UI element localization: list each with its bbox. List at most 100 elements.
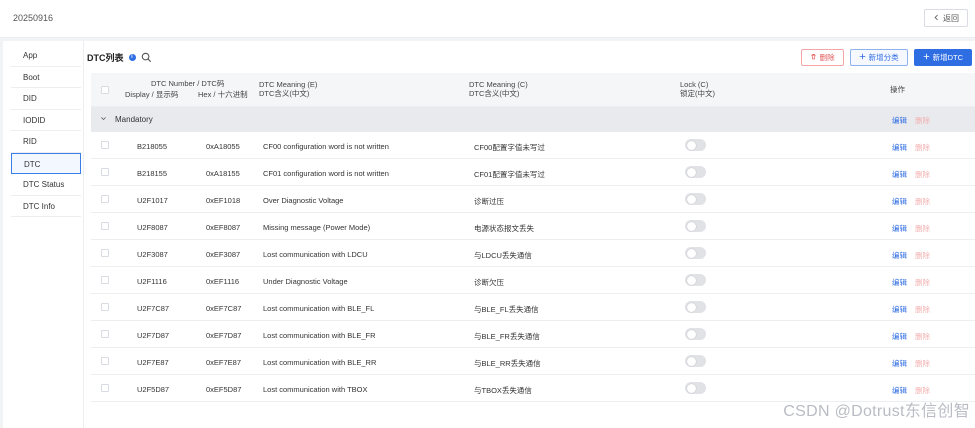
- row-checkbox[interactable]: [101, 330, 109, 338]
- back-button[interactable]: 返回: [924, 9, 968, 27]
- dtc-hex-code: 0xEF3087: [206, 250, 241, 259]
- dtc-meaning-chinese: 与LDCU丢失通信: [474, 251, 532, 260]
- sidebar-item-boot[interactable]: Boot: [11, 67, 81, 88]
- edit-link[interactable]: 编辑: [892, 169, 907, 180]
- dtc-meaning-english: CF01 configuration word is not written: [263, 169, 389, 178]
- top-bar: 20250916 返回: [0, 0, 975, 38]
- header-meaning-e-sub: DTC含义(中文): [259, 89, 310, 98]
- plus-icon: [923, 53, 930, 62]
- toolbar-actions: 删除 新增分类 新增DTC: [800, 49, 972, 66]
- lock-toggle[interactable]: [685, 274, 706, 286]
- group-edit-link[interactable]: 编辑: [892, 115, 907, 126]
- delete-label: 删除: [819, 53, 835, 62]
- dtc-meaning-chinese: 诊断过压: [474, 197, 504, 206]
- list-header: DTC列表 i: [87, 49, 152, 65]
- header-hex: Hex / 十六进制: [198, 90, 248, 99]
- page-title: 20250916: [13, 13, 54, 23]
- lock-toggle[interactable]: [685, 328, 706, 340]
- sidebar-item-app[interactable]: App: [11, 45, 81, 67]
- chevron-left-icon: [933, 14, 940, 23]
- dtc-display-code: U2F8087: [137, 223, 168, 232]
- row-checkbox[interactable]: [101, 222, 109, 230]
- dtc-display-code: U2F7C87: [137, 304, 170, 313]
- edit-link[interactable]: 编辑: [892, 277, 907, 288]
- dtc-display-code: B218055: [137, 142, 168, 151]
- add-dtc-button[interactable]: 新增DTC: [913, 49, 972, 66]
- row-checkbox[interactable]: [101, 141, 109, 149]
- row-checkbox[interactable]: [101, 384, 109, 392]
- lock-toggle[interactable]: [685, 220, 706, 232]
- sidebar-item-rid[interactable]: RID: [11, 131, 81, 153]
- dtc-hex-code: 0xEF5D87: [206, 385, 242, 394]
- lock-toggle[interactable]: [685, 382, 706, 394]
- add-category-button[interactable]: 新增分类: [849, 49, 908, 66]
- lock-toggle[interactable]: [685, 166, 706, 178]
- main-panel: App Boot DID IODID RID DTC DTC Status DT…: [3, 41, 975, 428]
- dtc-meaning-english: Lost communication with BLE_FL: [263, 304, 375, 313]
- dtc-meaning-english: Lost communication with BLE_RR: [263, 358, 377, 367]
- delete-button[interactable]: 删除: [800, 49, 844, 66]
- row-checkbox[interactable]: [101, 168, 109, 176]
- dtc-hex-code: 0xA18055: [206, 142, 240, 151]
- delete-link[interactable]: 删除: [915, 277, 930, 288]
- table-row: U2F7C87 0xEF7C87 Lost communication with B…: [91, 294, 975, 321]
- dtc-display-code: U2F5D87: [137, 385, 170, 394]
- delete-link[interactable]: 删除: [915, 331, 930, 342]
- dtc-hex-code: 0xEF7C87: [206, 304, 242, 313]
- sidebar-item-label: DTC: [24, 159, 41, 169]
- dtc-display-code: B218155: [137, 169, 168, 178]
- delete-link[interactable]: 删除: [915, 304, 930, 315]
- info-icon[interactable]: i: [128, 53, 136, 61]
- row-checkbox[interactable]: [101, 357, 109, 365]
- edit-link[interactable]: 编辑: [892, 358, 907, 369]
- edit-link[interactable]: 编辑: [892, 250, 907, 261]
- lock-toggle[interactable]: [685, 193, 706, 205]
- dtc-display-code: U2F7D87: [137, 331, 170, 340]
- group-row-mandatory[interactable]: Mandatory 编辑 删除: [91, 107, 975, 132]
- row-checkbox[interactable]: [101, 195, 109, 203]
- lock-toggle[interactable]: [685, 139, 706, 151]
- lock-toggle[interactable]: [685, 247, 706, 259]
- edit-link[interactable]: 编辑: [892, 385, 907, 396]
- header-dtc-number: DTC Number / DTC码: [151, 79, 225, 88]
- table-row: B218055 0xA18055 CF00 configuration word i…: [91, 132, 975, 159]
- back-label: 返回: [943, 13, 959, 23]
- dtc-meaning-chinese: 与BLE_RR丢失通信: [474, 359, 541, 368]
- sidebar-item-dtc[interactable]: DTC: [11, 152, 81, 174]
- row-checkbox[interactable]: [101, 276, 109, 284]
- table-row: U2F3087 0xEF3087 Lost communication with L…: [91, 240, 975, 267]
- edit-link[interactable]: 编辑: [892, 142, 907, 153]
- group-delete-link[interactable]: 删除: [915, 115, 930, 126]
- sidebar-item-label: DTC Status: [23, 180, 65, 189]
- edit-link[interactable]: 编辑: [892, 223, 907, 234]
- delete-link[interactable]: 删除: [915, 223, 930, 234]
- row-checkbox[interactable]: [101, 249, 109, 257]
- edit-link[interactable]: 编辑: [892, 331, 907, 342]
- sidebar-item-iodid[interactable]: IODID: [11, 110, 81, 131]
- delete-link[interactable]: 删除: [915, 250, 930, 261]
- delete-link[interactable]: 删除: [915, 142, 930, 153]
- search-icon[interactable]: [141, 52, 152, 63]
- header-display: Display / 显示码: [125, 90, 179, 99]
- lock-toggle[interactable]: [685, 355, 706, 367]
- edit-link[interactable]: 编辑: [892, 196, 907, 207]
- delete-link[interactable]: 删除: [915, 196, 930, 207]
- dtc-hex-code: 0xEF1116: [206, 277, 240, 286]
- sidebar-item-did[interactable]: DID: [11, 88, 81, 110]
- table-header: DTC Number / DTC码 Display / 显示码 Hex / 十六…: [91, 73, 975, 107]
- dtc-meaning-english: Lost communication with TBOX: [263, 385, 368, 394]
- delete-link[interactable]: 删除: [915, 385, 930, 396]
- dtc-meaning-chinese: 与TBOX丢失通信: [474, 386, 532, 395]
- chevron-down-icon[interactable]: [100, 115, 107, 122]
- dtc-display-code: U2F3087: [137, 250, 168, 259]
- select-all-checkbox[interactable]: [101, 86, 109, 94]
- edit-link[interactable]: 编辑: [892, 304, 907, 315]
- watermark: CSDN @Dotrust东信创智: [783, 403, 970, 420]
- add-dtc-label: 新增DTC: [932, 53, 963, 62]
- sidebar-item-dtc-info[interactable]: DTC Info: [11, 196, 81, 217]
- delete-link[interactable]: 删除: [915, 358, 930, 369]
- delete-link[interactable]: 删除: [915, 169, 930, 180]
- lock-toggle[interactable]: [685, 301, 706, 313]
- sidebar-item-dtc-status[interactable]: DTC Status: [11, 174, 81, 196]
- row-checkbox[interactable]: [101, 303, 109, 311]
